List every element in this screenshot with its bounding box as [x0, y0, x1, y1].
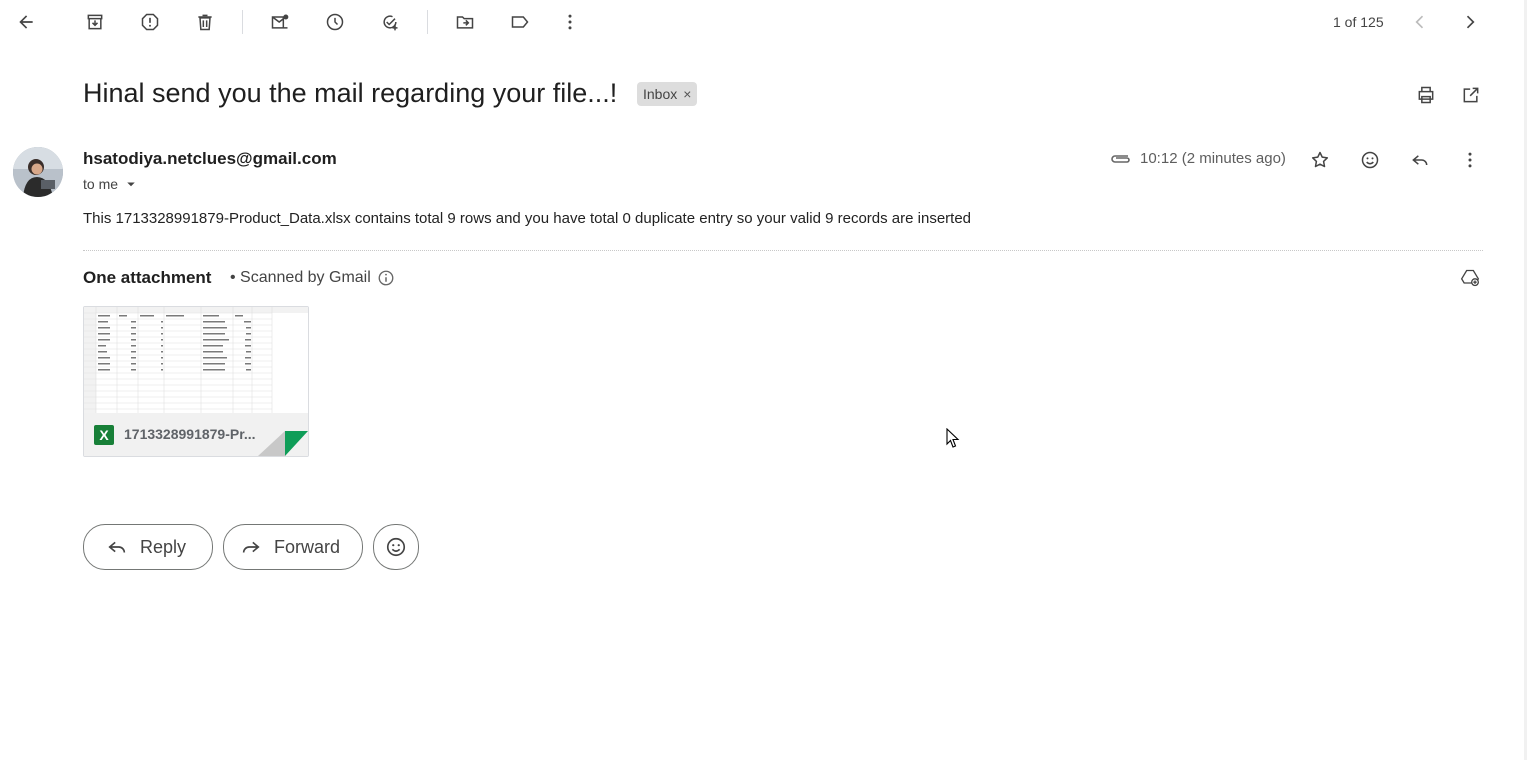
remove-label-icon[interactable]: ×	[683, 86, 691, 102]
reply-icon-button[interactable]	[1402, 142, 1438, 178]
older-button[interactable]	[1452, 4, 1488, 40]
move-to-button[interactable]	[447, 4, 483, 40]
message-more-button[interactable]	[1452, 142, 1488, 178]
caret-down-icon	[127, 182, 135, 187]
star-button[interactable]	[1302, 142, 1338, 178]
mouse-cursor-icon	[946, 427, 960, 454]
attachment-footer: X 1713328991879-Pr...	[84, 413, 308, 456]
pagination-text: 1 of 125	[1333, 14, 1384, 30]
mark-unread-icon	[271, 14, 289, 29]
spreadsheet-thumbnail	[84, 307, 308, 413]
add-to-tasks-icon	[383, 15, 398, 31]
excel-icon: X	[94, 425, 114, 445]
info-icon[interactable]	[377, 269, 395, 287]
attachment-clip-icon	[1108, 149, 1132, 174]
recipient-text: to me	[83, 176, 119, 192]
archive-icon	[87, 14, 103, 30]
excel-corner-icon	[258, 431, 308, 456]
react-emoji-button[interactable]	[1352, 142, 1388, 178]
delete-icon	[198, 14, 212, 31]
back-button[interactable]	[8, 4, 44, 40]
recipient-details[interactable]: to me	[83, 175, 140, 193]
print-icon	[1418, 86, 1434, 104]
attachment-card[interactable]: X 1713328991879-Pr...	[83, 306, 309, 457]
add-to-drive-icon	[1460, 269, 1480, 287]
email-time: 10:12 (2 minutes ago)	[1140, 150, 1286, 167]
newer-button[interactable]	[1402, 4, 1438, 40]
label-icon	[511, 16, 529, 28]
attachments-title: One attachment	[83, 268, 212, 287]
snooze-icon	[326, 13, 344, 31]
scanned-by-gmail: • Scanned by Gmail	[230, 269, 395, 287]
label-text: Inbox	[643, 86, 678, 102]
move-to-icon	[456, 16, 474, 29]
open-in-new-icon	[1463, 87, 1479, 103]
avatar[interactable]	[13, 147, 63, 197]
emoji-reaction-button[interactable]	[373, 524, 419, 570]
snooze-button[interactable]	[317, 4, 353, 40]
forward-button[interactable]: Forward	[223, 524, 363, 570]
back-icon	[19, 15, 33, 29]
reply-button[interactable]: Reply	[83, 524, 213, 570]
reply-icon	[1412, 155, 1428, 166]
email-subject: Hinal send you the mail regarding your f…	[83, 78, 618, 108]
emoji-icon	[386, 537, 406, 557]
add-to-drive-button[interactable]	[1452, 260, 1488, 296]
star-icon	[1311, 151, 1329, 168]
sender-email[interactable]: hsatodiya.netclues@gmail.com	[83, 149, 337, 169]
report-spam-button[interactable]	[132, 4, 168, 40]
open-new-window-button[interactable]	[1453, 77, 1489, 113]
report-spam-icon	[141, 13, 159, 31]
reply-icon	[108, 541, 126, 553]
scanned-text: • Scanned by Gmail	[230, 269, 371, 286]
label-button[interactable]	[502, 4, 538, 40]
email-body: This 1713328991879-Product_Data.xlsx con…	[83, 210, 972, 227]
more-vert-icon	[568, 14, 572, 30]
attachment-filename[interactable]: 1713328991879-Pr...	[124, 426, 256, 442]
add-to-tasks-button[interactable]	[372, 4, 408, 40]
emoji-icon	[1361, 151, 1379, 169]
forward-label: Forward	[274, 536, 341, 557]
print-button[interactable]	[1408, 77, 1444, 113]
divider	[83, 250, 1483, 251]
chevron-left-icon	[1415, 15, 1424, 29]
reply-label: Reply	[140, 536, 187, 557]
forward-icon	[242, 541, 260, 553]
chevron-right-icon	[1466, 15, 1475, 29]
delete-button[interactable]	[187, 4, 223, 40]
inbox-label-chip[interactable]: Inbox ×	[637, 82, 698, 106]
more-vert-icon	[1468, 152, 1472, 168]
more-options-button[interactable]	[552, 4, 588, 40]
archive-button[interactable]	[77, 4, 113, 40]
mark-unread-button[interactable]	[262, 4, 298, 40]
